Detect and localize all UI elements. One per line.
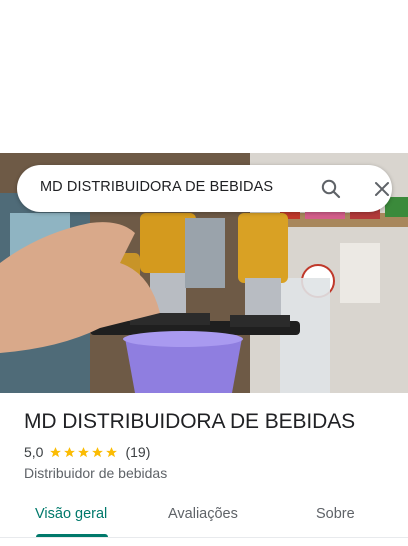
star-icon bbox=[64, 446, 76, 457]
place-tabs: Visão geral Avaliações Sobre bbox=[0, 496, 408, 538]
star-icon bbox=[106, 446, 118, 457]
star-icon bbox=[50, 446, 62, 457]
place-category: Distribuidor de bebidas bbox=[24, 465, 168, 481]
tab-about[interactable]: Sobre bbox=[316, 506, 355, 522]
tab-overview[interactable]: Visão geral bbox=[35, 506, 107, 522]
tabs-divider bbox=[0, 537, 408, 538]
search-bar[interactable]: MD DISTRIBUIDORA DE BEBIDAS bbox=[17, 165, 392, 212]
rating-value: 5,0 bbox=[24, 444, 44, 460]
search-icon[interactable] bbox=[319, 177, 343, 201]
close-icon[interactable] bbox=[370, 177, 394, 201]
rating-stars bbox=[49, 446, 119, 459]
search-query-text[interactable]: MD DISTRIBUIDORA DE BEBIDAS bbox=[40, 179, 273, 195]
rating-row[interactable]: 5,0 (19) bbox=[24, 444, 150, 460]
place-title: MD DISTRIBUIDORA DE BEBIDAS bbox=[24, 410, 356, 433]
star-icon bbox=[78, 446, 90, 457]
tab-reviews[interactable]: Avaliações bbox=[168, 506, 238, 522]
star-icon bbox=[92, 446, 104, 457]
blank-map-area bbox=[0, 0, 408, 153]
review-count[interactable]: (19) bbox=[125, 444, 150, 460]
